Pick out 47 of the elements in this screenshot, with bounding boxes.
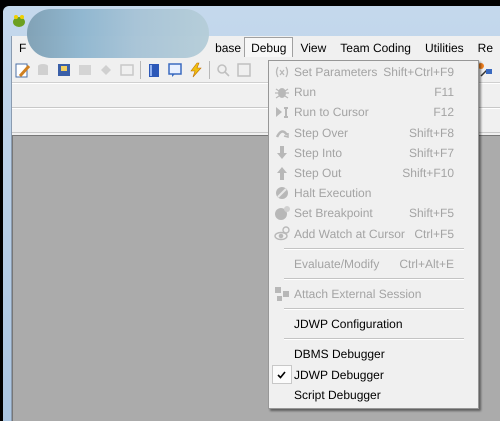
shortcut-text: Shift+F5 xyxy=(408,206,455,220)
breakpoint-icon xyxy=(274,205,290,222)
menu-entry[interactable]: JDWP Debugger xyxy=(269,364,478,385)
menu-item[interactable]: base xyxy=(212,37,244,57)
save-icon[interactable] xyxy=(56,62,72,78)
menu-item[interactable]: Debug xyxy=(244,37,294,57)
cursor-icon xyxy=(274,104,290,120)
menu-label: Step Into xyxy=(294,146,344,160)
shortcut-text: Shift+F10 xyxy=(402,166,455,180)
shortcut-text: Ctrl+Alt+E xyxy=(399,256,455,271)
menu-label: DBMS Debugger xyxy=(294,347,386,362)
menu-item[interactable]: F xyxy=(16,37,30,57)
shortcut-text: F11 xyxy=(434,85,455,100)
menu-label: Step Out xyxy=(294,166,342,180)
menu-item[interactable]: Team Coding xyxy=(333,37,418,57)
watch-icon xyxy=(274,226,290,242)
menu-entry[interactable]: JDWP Configuration xyxy=(269,314,478,334)
chat-icon[interactable] xyxy=(167,62,183,78)
menu-label: Evaluate/Modify xyxy=(294,256,380,271)
shortcut-text: Shift+Ctrl+F9 xyxy=(383,65,455,80)
edit-icon[interactable] xyxy=(14,62,30,78)
plug-icon[interactable] xyxy=(477,62,493,78)
menu-label: Set Breakpoint xyxy=(294,206,374,220)
book-icon[interactable] xyxy=(146,62,162,78)
shortcut-text: Shift+F7 xyxy=(408,146,455,160)
frog-icon xyxy=(11,13,27,29)
menu-label: Halt Execution xyxy=(294,186,372,200)
halt-icon xyxy=(274,185,290,202)
menu-label: JDWP Configuration xyxy=(294,317,404,332)
menu-label: Attach External Session xyxy=(294,286,422,301)
menu-item[interactable]: Re xyxy=(470,37,500,57)
network-icon xyxy=(274,286,290,302)
lightning-icon[interactable] xyxy=(188,62,204,78)
menu-label: Script Debugger xyxy=(294,388,382,402)
menu-item[interactable]: Utilities xyxy=(418,37,471,57)
menu-label: Step Over xyxy=(294,126,350,140)
menu-item[interactable]: View xyxy=(293,37,334,57)
shortcut-text: F12 xyxy=(433,105,455,120)
menu-label: Run to Cursor xyxy=(294,105,370,120)
menu-entry[interactable]: Script Debugger xyxy=(269,384,478,405)
shortcut-text: Ctrl+F5 xyxy=(414,226,455,241)
menu-label: Run xyxy=(294,85,318,100)
menu-label: Set Parameters xyxy=(294,65,378,80)
shortcut-text: Shift+F8 xyxy=(408,126,455,140)
menu-label: Add Watch at Cursor xyxy=(294,226,406,241)
menu-entry[interactable]: DBMS Debugger xyxy=(269,344,478,364)
menu-label: JDWP Debugger xyxy=(294,368,385,382)
